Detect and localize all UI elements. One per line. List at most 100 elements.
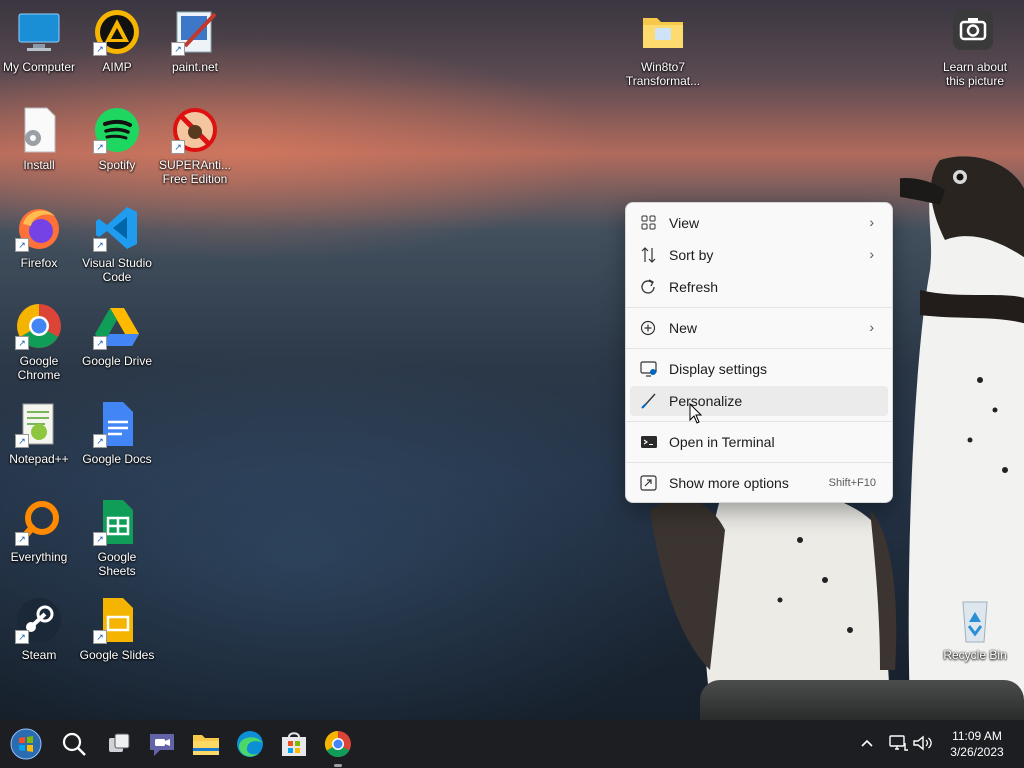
- chevron-right-icon: ›: [869, 214, 874, 230]
- clock-date: 3/26/2023: [950, 745, 1004, 759]
- icon-label: Win8to7 Transformat...: [625, 60, 701, 88]
- desktop-context-menu: View › Sort by › Refresh New › Display s…: [625, 202, 893, 503]
- edge-button[interactable]: [234, 728, 266, 760]
- menu-item-label: Display settings: [669, 361, 768, 377]
- icon-label: Learn about this picture: [942, 60, 1008, 88]
- grid-icon: [641, 215, 656, 230]
- desktop-icon-my-computer[interactable]: My Computer: [0, 8, 78, 74]
- sort-icon: [641, 247, 656, 263]
- icon-label: Google Chrome: [17, 354, 61, 382]
- desktop-icon-firefox[interactable]: ↗ Firefox: [0, 204, 78, 270]
- icon-label: paint.net: [171, 60, 219, 74]
- running-indicator: [334, 764, 342, 767]
- folder-icon: [643, 18, 683, 48]
- refresh-icon: [641, 279, 655, 294]
- task-view-icon: [109, 733, 130, 752]
- start-button[interactable]: [10, 728, 42, 760]
- recycle-bin-icon: [962, 601, 988, 643]
- menu-separator: [626, 307, 892, 308]
- show-hidden-icons-button[interactable]: [858, 733, 876, 753]
- menu-item-refresh[interactable]: Refresh: [630, 272, 888, 302]
- icon-label: Google Docs: [82, 452, 152, 466]
- desktop-icon-paint-net[interactable]: ↗ paint.net: [156, 8, 234, 74]
- file-explorer-icon: [193, 735, 219, 755]
- menu-item-view[interactable]: View ›: [630, 208, 888, 238]
- desktop-icon-steam[interactable]: ↗ Steam: [0, 596, 78, 662]
- start-icon: [10, 728, 42, 760]
- store-button[interactable]: [278, 728, 310, 760]
- menu-item-sort-by[interactable]: Sort by ›: [630, 240, 888, 270]
- icon-label: Everything: [10, 550, 68, 564]
- icon-label: Google Drive: [81, 354, 153, 368]
- desktop-icon-google-sheets[interactable]: ↗ Google Sheets: [78, 498, 156, 578]
- menu-item-new[interactable]: New ›: [630, 313, 888, 343]
- desktop-icon-recycle-bin[interactable]: Recycle Bin: [936, 596, 1014, 662]
- edge-icon: [237, 731, 263, 757]
- menu-item-label: Open in Terminal: [669, 434, 775, 450]
- menu-item-show-more-options[interactable]: Show more options Shift+F10: [630, 468, 888, 498]
- desktop-icon-google-slides[interactable]: ↗ Google Slides: [78, 596, 156, 662]
- desktop-icon-google-drive[interactable]: ↗ Google Drive: [78, 302, 156, 368]
- icon-label: Google Slides: [79, 648, 155, 662]
- desktop-icon-google-docs[interactable]: ↗ Google Docs: [78, 400, 156, 466]
- desktop-icon-aimp[interactable]: ↗ AIMP: [78, 8, 156, 74]
- clock[interactable]: 11:09 AM 3/26/2023: [944, 728, 1010, 760]
- desktop-icon-learn-about-picture[interactable]: Learn about this picture: [936, 8, 1014, 88]
- chevron-up-icon: [861, 739, 873, 747]
- plus-circle-icon: [640, 320, 656, 336]
- desktop-icon-vscode[interactable]: ↗ Visual Studio Code: [78, 204, 156, 284]
- menu-item-label: Personalize: [669, 393, 743, 409]
- menu-item-open-in-terminal[interactable]: Open in Terminal: [630, 427, 888, 457]
- mouse-cursor-icon: [689, 403, 703, 424]
- desktop-icon-google-chrome[interactable]: ↗ Google Chrome: [0, 302, 78, 382]
- menu-item-display-settings[interactable]: Display settings: [630, 354, 888, 384]
- icon-label: My Computer: [2, 60, 76, 74]
- menu-separator: [626, 462, 892, 463]
- chat-button[interactable]: [146, 728, 178, 760]
- menu-item-label: Show more options: [669, 475, 789, 491]
- icon-label: Google Sheets: [97, 550, 137, 578]
- terminal-icon: [641, 436, 657, 448]
- more-options-icon: [640, 475, 657, 491]
- network-icon: [889, 735, 908, 751]
- chrome-icon: [324, 730, 351, 758]
- network-button[interactable]: [888, 733, 910, 753]
- monitor-icon: [18, 13, 60, 51]
- desktop-icon-install[interactable]: Install: [0, 106, 78, 172]
- chrome-taskbar-button[interactable]: [322, 728, 354, 767]
- volume-icon: [913, 735, 932, 751]
- menu-item-label: Refresh: [669, 279, 719, 295]
- desktop-icon-superantispyware[interactable]: ↗ SUPERAnti... Free Edition: [156, 106, 234, 186]
- task-view-button[interactable]: [103, 728, 135, 760]
- desktop-icon-win8to7[interactable]: Win8to7 Transformat...: [624, 8, 702, 88]
- menu-item-label: View: [669, 215, 700, 231]
- store-icon: [282, 732, 306, 756]
- desktop: My Computer Install ↗ Firefox ↗ Google C…: [0, 0, 1024, 720]
- shortcut-hint: Shift+F10: [828, 477, 876, 489]
- taskbar: 11:09 AM 3/26/2023: [0, 720, 1024, 768]
- volume-button[interactable]: [912, 733, 934, 753]
- icon-label: Visual Studio Code: [82, 256, 152, 284]
- desktop-icon-notepadpp[interactable]: ↗ Notepad++: [0, 400, 78, 466]
- rock-wallpaper: [700, 680, 1024, 720]
- camera-icon: [953, 10, 993, 50]
- icon-label: Notepad++: [9, 452, 69, 466]
- chat-icon: [150, 734, 174, 756]
- menu-item-label: Sort by: [669, 247, 714, 263]
- icon-label: Steam: [21, 648, 57, 662]
- icon-label: AIMP: [102, 60, 132, 74]
- menu-separator: [626, 421, 892, 422]
- search-icon: [62, 732, 86, 756]
- icon-label: Firefox: [20, 256, 58, 270]
- menu-item-label: New: [669, 320, 698, 336]
- penguin-wallpaper-2: [650, 490, 897, 700]
- menu-item-personalize[interactable]: Personalize: [630, 386, 888, 416]
- desktop-icon-everything[interactable]: ↗ Everything: [0, 498, 78, 564]
- clock-time: 11:09 AM: [952, 729, 1002, 743]
- search-button[interactable]: [58, 728, 90, 760]
- icon-label: Recycle Bin: [943, 648, 1007, 662]
- icon-label: Install: [23, 158, 55, 172]
- chevron-right-icon: ›: [869, 319, 874, 335]
- file-explorer-button[interactable]: [190, 728, 222, 760]
- desktop-icon-spotify[interactable]: ↗ Spotify: [78, 106, 156, 172]
